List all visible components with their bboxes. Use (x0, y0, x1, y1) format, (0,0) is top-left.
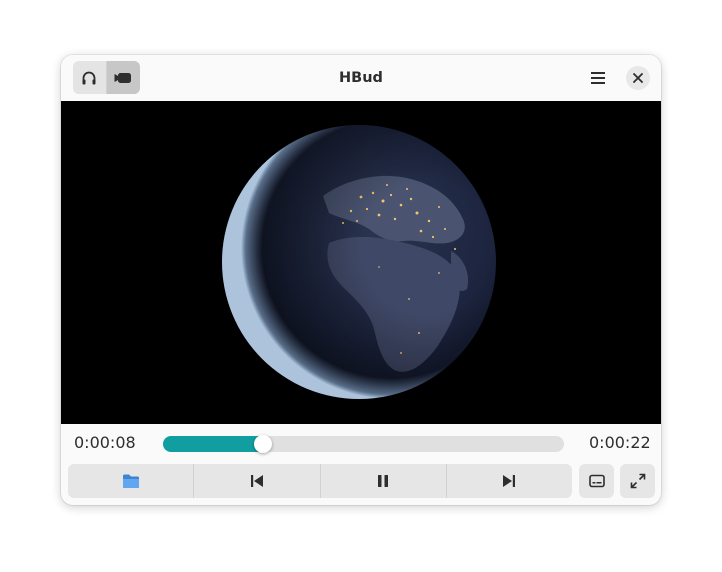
skip-next-icon (503, 475, 516, 487)
skip-previous-icon (250, 475, 263, 487)
window-title: HBud (339, 70, 383, 86)
subtitles-icon (588, 474, 605, 488)
next-button[interactable] (447, 464, 572, 498)
open-folder-button[interactable] (68, 464, 195, 498)
hamburger-menu-icon (591, 72, 605, 84)
current-time: 0:00:08 (74, 433, 136, 452)
close-button[interactable] (626, 66, 650, 90)
seek-handle[interactable] (254, 435, 272, 453)
fullscreen-button[interactable] (620, 464, 655, 498)
header-bar: HBud (61, 55, 661, 101)
previous-button[interactable] (194, 464, 321, 498)
folder-icon (122, 474, 139, 488)
playback-controls (68, 464, 572, 498)
fullscreen-icon (630, 473, 645, 489)
subtitles-button[interactable] (579, 464, 614, 498)
pause-button[interactable] (321, 464, 447, 498)
video-area[interactable] (61, 101, 661, 424)
duration-time: 0:00:22 (589, 433, 651, 452)
pause-icon (378, 475, 389, 487)
seek-progress (163, 436, 263, 452)
earth-video-frame (222, 125, 496, 399)
main-menu-button[interactable] (585, 65, 611, 91)
close-icon (633, 73, 643, 83)
seek-bar[interactable] (163, 435, 564, 453)
app-window: HBud 0:00:08 0:00:22 (61, 55, 661, 505)
